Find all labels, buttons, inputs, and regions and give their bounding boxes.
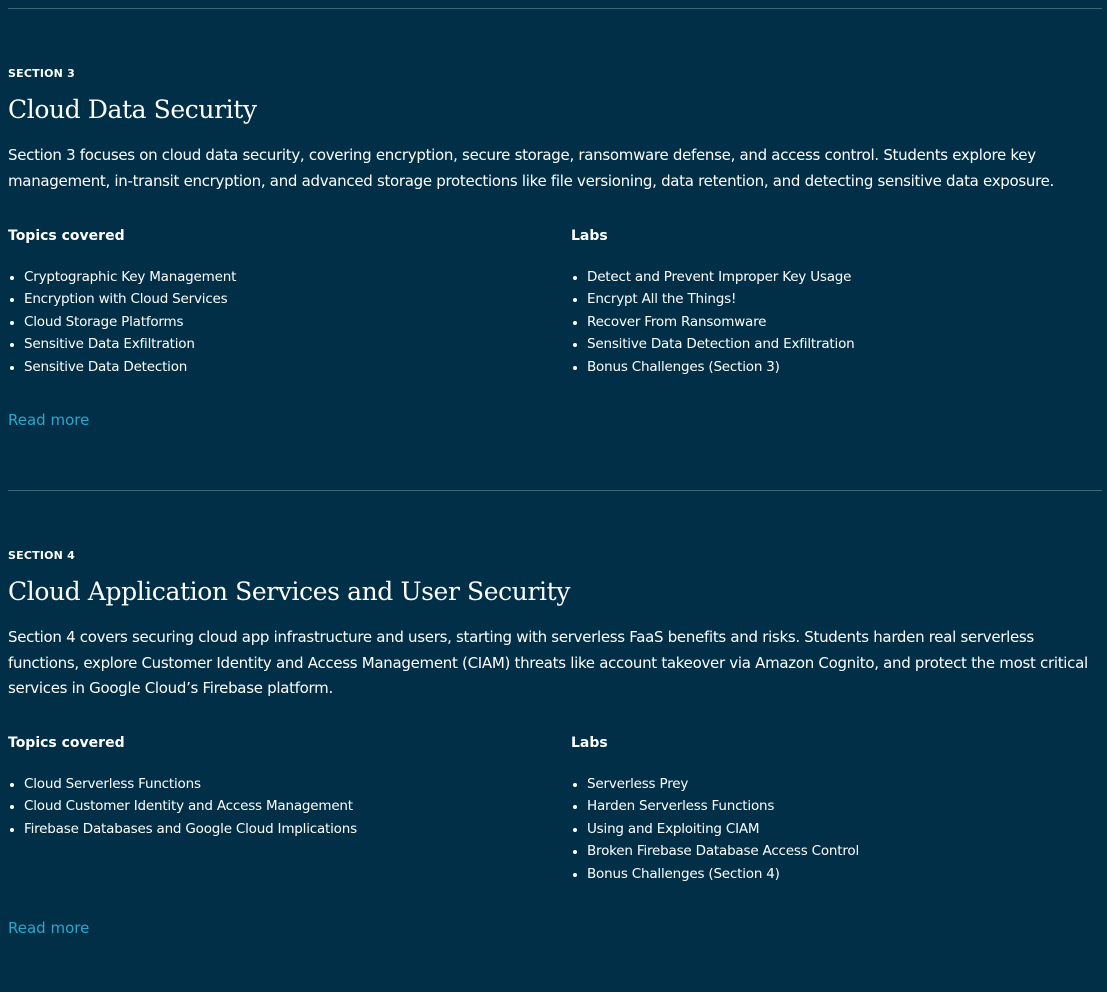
labs-heading: Labs [571, 735, 608, 751]
list-item: Encrypt All the Things! [571, 288, 1091, 310]
list-item: Serverless Prey [571, 773, 1091, 795]
read-more-link[interactable]: Read more [8, 411, 89, 429]
read-more-link[interactable]: Read more [8, 919, 89, 937]
list-item: Using and Exploiting CIAM [571, 818, 1091, 840]
topics-column: Topics covered Cloud Serverless Function… [8, 735, 528, 840]
list-item: Detect and Prevent Improper Key Usage [571, 266, 1091, 288]
list-item: Sensitive Data Exfiltration [8, 333, 528, 355]
labs-list: Serverless Prey Harden Serverless Functi… [571, 773, 1091, 885]
labs-column: Labs Detect and Prevent Improper Key Usa… [571, 228, 1091, 378]
list-item: Encryption with Cloud Services [8, 288, 528, 310]
list-item: Harden Serverless Functions [571, 795, 1091, 817]
topics-heading: Topics covered [8, 228, 125, 244]
topics-heading: Topics covered [8, 735, 125, 751]
section-divider [8, 8, 1102, 9]
section-divider [8, 490, 1102, 491]
list-item: Cloud Storage Platforms [8, 311, 528, 333]
topics-list: Cloud Serverless Functions Cloud Custome… [8, 773, 528, 840]
labs-list: Detect and Prevent Improper Key Usage En… [571, 266, 1091, 378]
section-eyebrow: SECTION 4 [8, 549, 75, 562]
list-item: Broken Firebase Database Access Control [571, 840, 1091, 862]
list-item: Sensitive Data Detection [8, 356, 528, 378]
labs-column: Labs Serverless Prey Harden Serverless F… [571, 735, 1091, 885]
course-sections-page: SECTION 3 Cloud Data Security Section 3 … [0, 0, 1107, 992]
labs-heading: Labs [571, 228, 608, 244]
list-item: Cryptographic Key Management [8, 266, 528, 288]
list-item: Cloud Serverless Functions [8, 773, 528, 795]
section-title: Cloud Application Services and User Secu… [8, 577, 570, 606]
list-item: Bonus Challenges (Section 3) [571, 356, 1091, 378]
topics-list: Cryptographic Key Management Encryption … [8, 266, 528, 378]
list-item: Cloud Customer Identity and Access Manag… [8, 795, 528, 817]
list-item: Recover From Ransomware [571, 311, 1091, 333]
list-item: Sensitive Data Detection and Exfiltratio… [571, 333, 1091, 355]
section-description: Section 4 covers securing cloud app infr… [8, 628, 1088, 697]
topics-column: Topics covered Cryptographic Key Managem… [8, 228, 528, 378]
section-eyebrow: SECTION 3 [8, 67, 75, 80]
section-description: Section 3 focuses on cloud data security… [8, 146, 1055, 190]
section-title: Cloud Data Security [8, 95, 257, 124]
list-item: Bonus Challenges (Section 4) [571, 863, 1091, 885]
list-item: Firebase Databases and Google Cloud Impl… [8, 818, 528, 840]
